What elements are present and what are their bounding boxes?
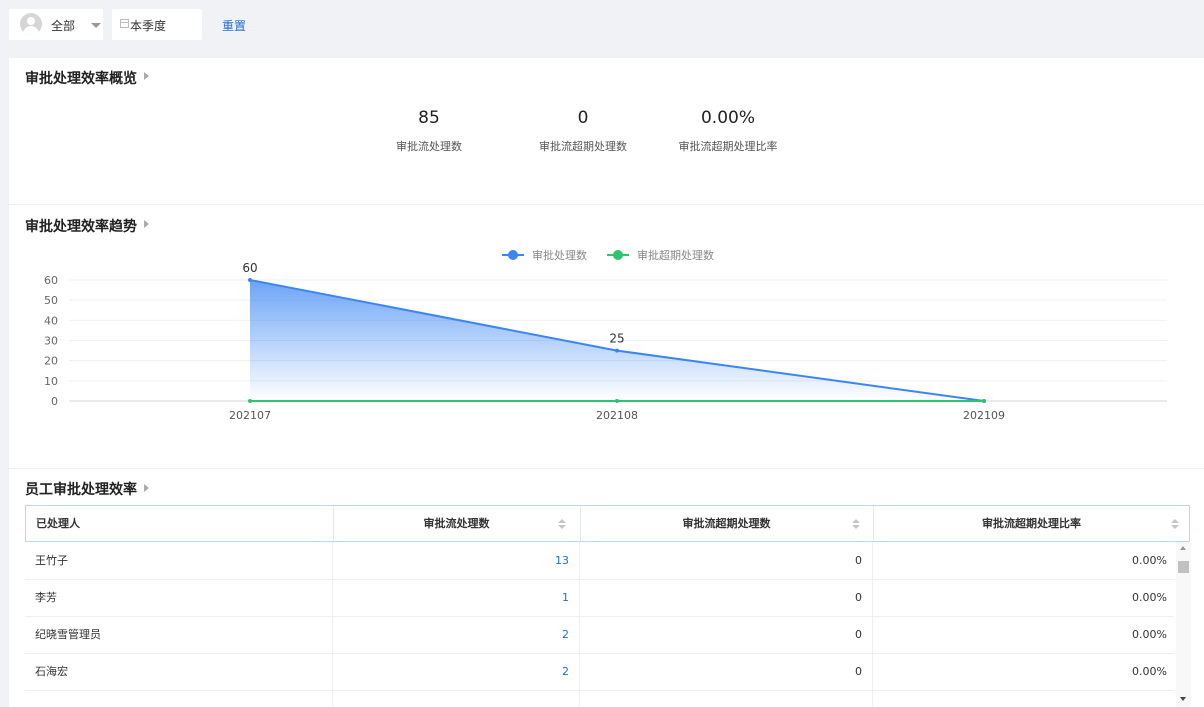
data-point (615, 399, 619, 403)
stat-overdue: 0 审批流超期处理数 (523, 108, 643, 154)
cell-overdue-rate: 0.00% (1132, 554, 1167, 567)
stat-value: 0 (577, 108, 589, 128)
sort-icon[interactable] (852, 519, 860, 530)
data-point (248, 399, 252, 403)
cell-count-link[interactable]: 13 (332, 542, 569, 579)
stat-value: 0.00% (700, 108, 755, 128)
cell-count-link[interactable]: 2 (332, 616, 569, 653)
table-row[interactable]: 纪晓雪管理员 2 0 0.00% (25, 616, 1174, 654)
cell-overdue: 0 (855, 591, 862, 604)
cell-handler: 李芳 (35, 591, 57, 604)
x-tick-label: 202107 (229, 409, 271, 422)
cell-overdue-rate: 0.00% (1132, 665, 1167, 678)
table-row[interactable]: 王竹子 13 0 0.00% (25, 542, 1174, 580)
caret-down-icon (91, 23, 101, 28)
column-header-overdue-rate[interactable]: 审批流超期处理比率 (873, 506, 1190, 541)
scroll-down-icon[interactable] (1180, 697, 1186, 701)
legend-swatch-marker (613, 250, 623, 260)
x-axis: 202107 202108 202109 (229, 409, 1005, 422)
stat-label: 审批流超期处理数 (539, 140, 627, 153)
chart-series: 60 25 (242, 261, 986, 403)
data-label: 60 (242, 261, 257, 275)
stat-label: 审批流超期处理比率 (678, 140, 778, 153)
cell-overdue-rate: 0.00% (1132, 591, 1167, 604)
cell-handler: 王竹子 (35, 554, 68, 567)
user-filter-dropdown[interactable]: 全部 (9, 9, 103, 40)
cell-overdue: 0 (855, 554, 862, 567)
x-tick-label: 202108 (596, 409, 638, 422)
y-tick-label: 10 (44, 375, 58, 388)
caret-right-icon[interactable] (144, 220, 149, 228)
caret-right-icon[interactable] (144, 484, 149, 492)
y-tick-label: 0 (51, 395, 58, 408)
table-row[interactable]: 石海宏 2 0 0.00% (25, 653, 1174, 691)
overview-title: 审批处理效率概览 (25, 71, 137, 87)
divider (9, 468, 1204, 469)
cell-overdue: 0 (855, 665, 862, 678)
scroll-thumb[interactable] (1178, 561, 1189, 573)
legend-swatch-marker (508, 250, 518, 260)
y-tick-label: 20 (44, 355, 58, 368)
y-tick-label: 40 (44, 314, 58, 327)
legend-label: 审批处理数 (532, 248, 587, 262)
scroll-up-icon[interactable] (1180, 546, 1186, 550)
data-label: 25 (609, 332, 624, 346)
cell-count-link[interactable]: 1 (332, 579, 569, 616)
stat-value: 85 (418, 108, 440, 128)
employee-table: 已处理人 审批流处理数 审批流超期处理数 审批流超期处理比率 王竹子 13 0 … (25, 505, 1191, 707)
trend-title: 审批处理效率趋势 (25, 219, 137, 235)
report-panel: 审批处理效率概览 85 审批流处理数 0 审批流超期处理数 0.00% 审批流超… (9, 58, 1204, 707)
trend-chart: 审批处理数 审批超期处理数 0102030405060 202107 202108 2… (44, 248, 1167, 422)
cell-handler: 纪晓雪管理员 (35, 628, 101, 641)
sort-icon[interactable] (1171, 519, 1179, 530)
stat-label: 审批流处理数 (396, 140, 462, 153)
table-row[interactable]: 李芳 1 0 0.00% (25, 579, 1174, 617)
cell-handler: 石海宏 (35, 665, 68, 678)
chart-legend: 审批处理数 审批超期处理数 (502, 248, 714, 262)
stat-overdue-rate: 0.00% 审批流超期处理比率 (663, 108, 793, 154)
filter-bar: 全部 本季度 重置 (0, 0, 1204, 50)
y-axis: 0 10 20 30 40 50 60 (44, 274, 58, 408)
calendar-icon (120, 19, 129, 28)
table-scrollbar[interactable] (1176, 542, 1191, 707)
reset-link[interactable]: 重置 (222, 17, 246, 34)
column-header-handler: 已处理人 (36, 517, 80, 530)
data-point (615, 348, 619, 353)
user-filter-label: 全部 (51, 19, 76, 33)
employee-title: 员工审批处理效率 (25, 482, 137, 498)
date-range-picker[interactable]: 本季度 (112, 9, 202, 40)
sort-icon[interactable] (558, 519, 566, 530)
y-tick-label: 60 (44, 274, 58, 287)
avatar (20, 13, 42, 35)
x-tick-label: 202109 (963, 409, 1005, 422)
table-header: 已处理人 审批流处理数 审批流超期处理数 审批流超期处理比率 (25, 505, 1190, 542)
legend-label: 审批超期处理数 (637, 248, 714, 262)
y-tick-label: 50 (44, 294, 58, 307)
cell-overdue-rate: 0.00% (1132, 628, 1167, 641)
y-tick-label: 30 (44, 335, 58, 348)
cell-count-link[interactable]: 2 (332, 653, 569, 690)
column-header-count[interactable]: 审批流处理数 (333, 506, 580, 541)
column-header-overdue[interactable]: 审批流超期处理数 (580, 506, 873, 541)
cell-overdue: 0 (855, 628, 862, 641)
caret-right-icon[interactable] (144, 72, 149, 80)
divider (9, 204, 1204, 205)
stat-processed: 85 审批流处理数 (382, 108, 476, 154)
data-point (982, 399, 986, 403)
data-point (248, 278, 252, 282)
date-range-label: 本季度 (130, 19, 167, 33)
